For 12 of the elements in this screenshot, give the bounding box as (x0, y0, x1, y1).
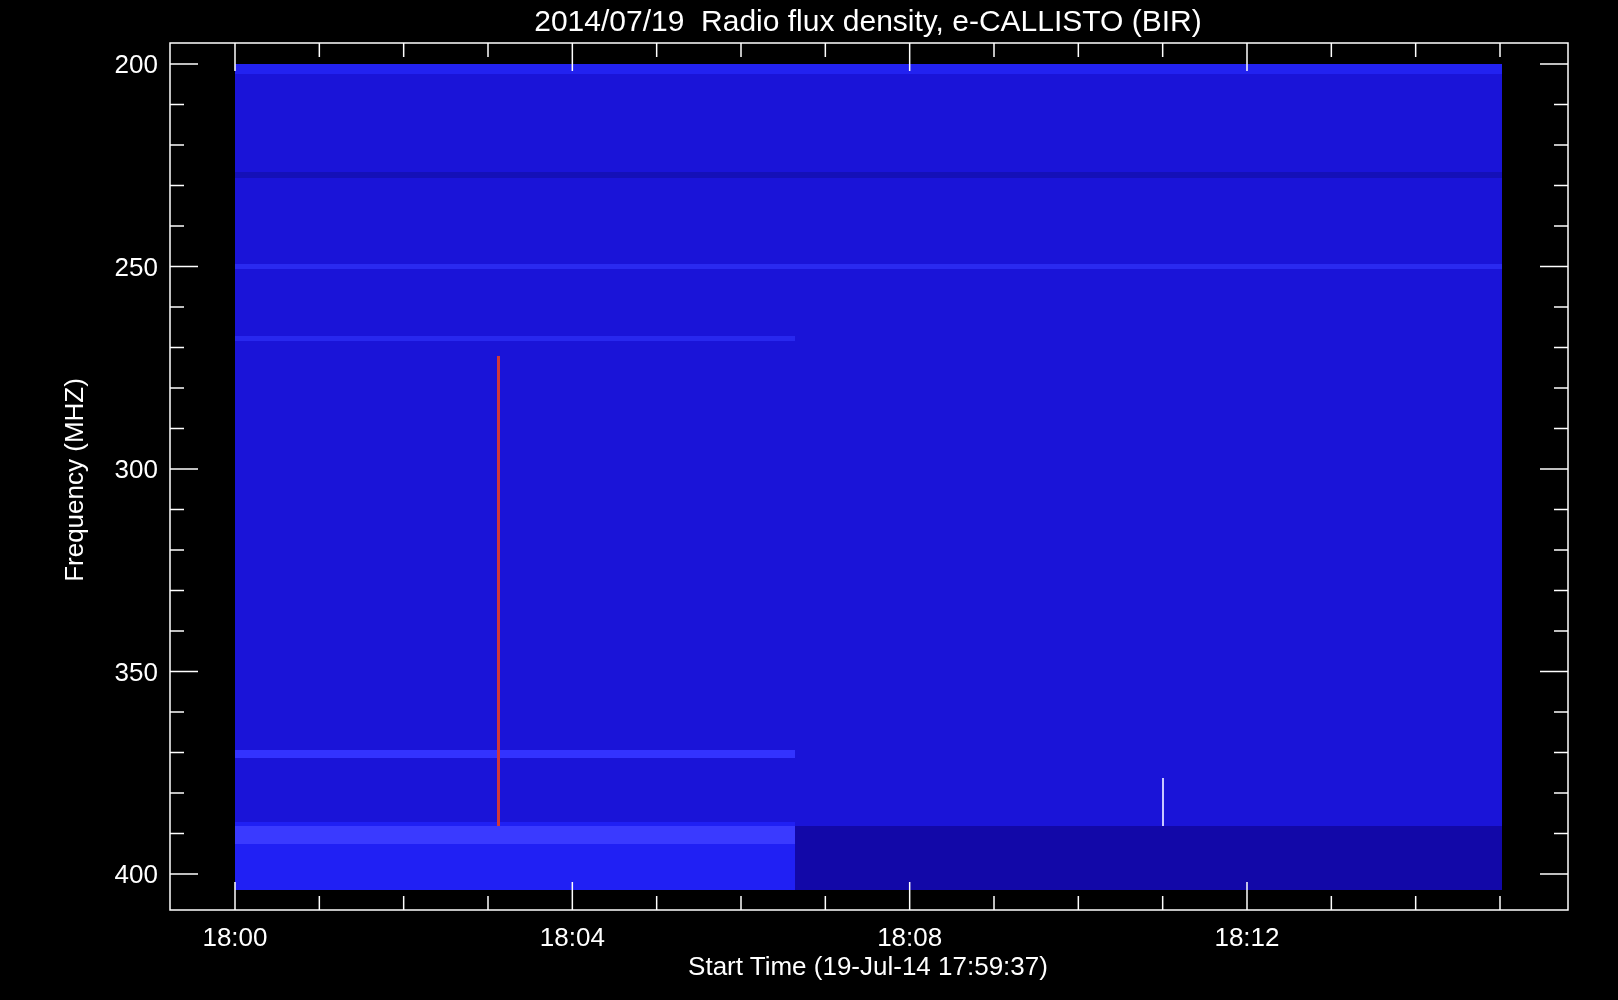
y-tick-label: 200 (114, 49, 158, 79)
y-tick-label: 250 (114, 251, 158, 282)
x-tick-label: 18:12 (1214, 922, 1280, 952)
y-tick-label: 400 (114, 859, 158, 889)
x-tick-label: 18:08 (877, 922, 943, 952)
y-tick-label: 350 (114, 656, 158, 687)
x-tick-label: 18:04 (539, 922, 605, 952)
y-tick-label: 300 (114, 454, 158, 484)
x-axis-label: Start Time (19-Jul-14 17:59:37) (688, 951, 1048, 981)
chart-title: 2014/07/19 Radio flux density, e-CALLISTO (BIR) (534, 4, 1202, 37)
y-axis-label: Frequency (MHZ) (59, 378, 89, 582)
x-tick-label: 18:00 (202, 922, 268, 952)
